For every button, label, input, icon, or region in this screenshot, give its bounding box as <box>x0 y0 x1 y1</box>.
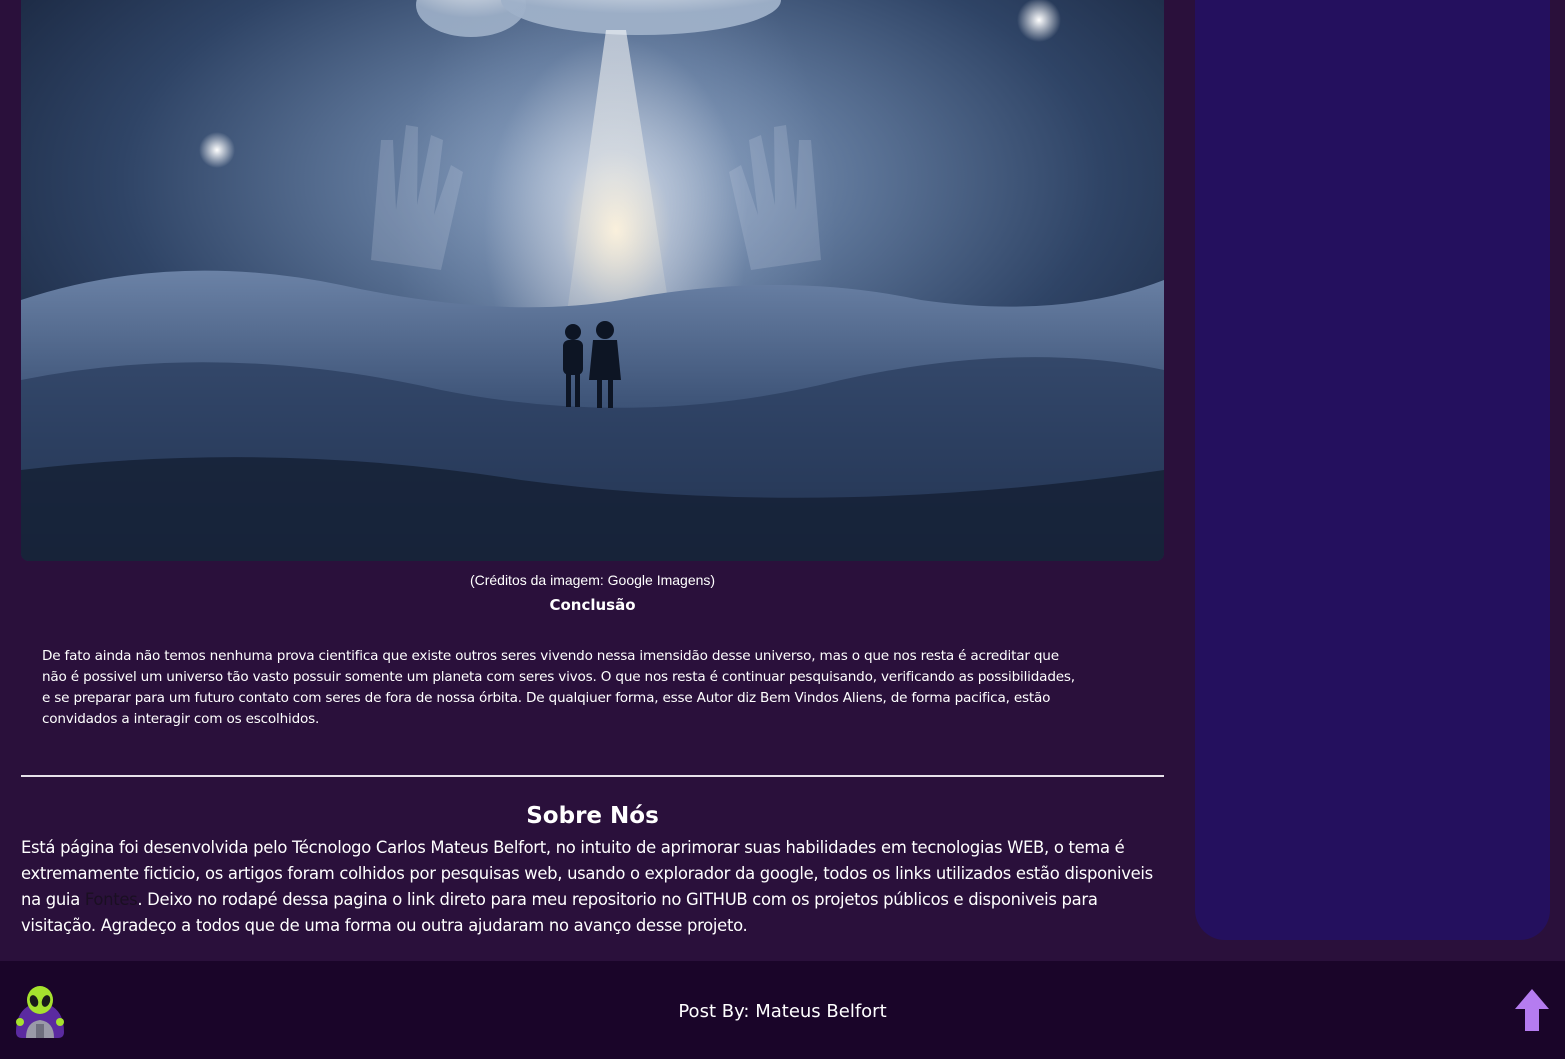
article: (Créditos da imagem: Google Imagens) Con… <box>21 0 1164 730</box>
hero-image <box>21 0 1164 561</box>
about-paragraph: Está página foi desenvolvida pelo Técnol… <box>21 835 1164 939</box>
about-line: visitação. Agradeço a todos que de uma f… <box>21 916 748 935</box>
conclusion-paragraph: De fato ainda não temos nenhuma prova ci… <box>42 646 1134 730</box>
hero-illustration <box>21 0 1164 561</box>
page: (Créditos da imagem: Google Imagens) Con… <box>0 0 1565 1059</box>
conclusion-line: De fato ainda não temos nenhuma prova ci… <box>42 648 1059 664</box>
about-title: Sobre Nós <box>526 803 659 829</box>
image-caption: (Créditos da imagem: Google Imagens) <box>469 572 716 588</box>
arrow-up-icon[interactable] <box>1514 989 1550 1031</box>
footer: Post By: Mateus Belfort <box>0 961 1565 1059</box>
about-line-start: na guia <box>21 890 85 909</box>
sidebar <box>1195 0 1550 940</box>
conclusion-line: não é possivel um universo tão vasto pos… <box>42 669 1075 685</box>
about-line: Está página foi desenvolvida pelo Técnol… <box>21 838 1125 857</box>
footer-author: Post By: Mateus Belfort <box>678 1001 887 1022</box>
about-line: na guia Fontes. Deixo no rodapé dessa pa… <box>21 887 1164 913</box>
about-line: extremamente ficticio, os artigos foram … <box>21 864 1153 883</box>
conclusion-title: Conclusão <box>549 596 636 614</box>
fontes-link[interactable]: Fontes <box>85 890 138 909</box>
conclusion-line: convidados a interagir com os escolhidos… <box>42 711 320 727</box>
about-line-end: . Deixo no rodapé dessa pagina o link di… <box>137 890 1098 909</box>
about-section: Sobre Nós Está página foi desenvolvida p… <box>21 803 1164 939</box>
section-divider <box>21 775 1164 777</box>
conclusion-line: e se preparar para um futuro contato com… <box>42 690 1051 706</box>
